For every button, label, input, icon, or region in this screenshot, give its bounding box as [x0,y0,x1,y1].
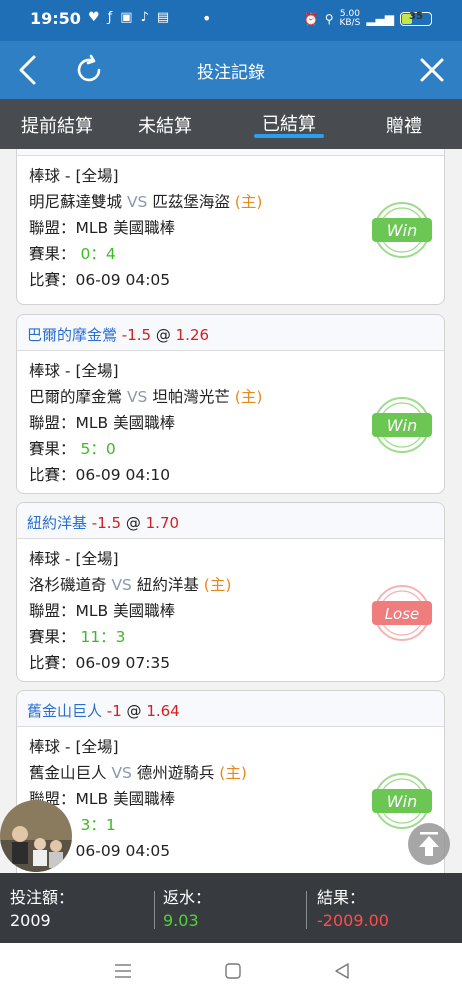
bet-handicap: -1.5 [91,514,122,532]
back-triangle-icon[interactable] [334,962,350,980]
bet-handicap: -1.5 [121,326,152,344]
sport-label: 棒球 - [全場] [29,167,119,185]
system-icons: ⏰ ⚲ 5.00 KB/S ▂▄▆ 35 [304,10,432,28]
bet-card-header: 紐約洋基 -1.5 @ 1.70 [17,503,444,539]
bet-card: 棒球 - [全場] 明尼蘇達雙城 VS 匹茲堡海盜 (主) 聯盟：MLB 美國職… [16,149,445,305]
total-rebate: 返水： 9.03 [163,888,212,930]
tab-unsettled[interactable]: 未結算 [138,112,192,138]
status-time: 19:50 [30,9,81,28]
tab-bar: 提前結算 未結算 已結算 贈禮 [0,99,462,149]
bet-card: 紐約洋基 -1.5 @ 1.70 棒球 - [全場] 洛杉磯道奇 VS 紐約洋基… [16,502,445,682]
bet-card: 巴爾的摩金鶯 -1.5 @ 1.26 棒球 - [全場] 巴爾的摩金鶯 VS 坦… [16,314,445,494]
notification-icons: ♥ ƒ ▣ ♪ ▤ [88,10,169,25]
system-nav-bar [0,943,462,1000]
score: 5：0 [80,440,116,458]
status-bar: 19:50 ♥ ƒ ▣ ♪ ▤ • ⏰ ⚲ 5.00 KB/S ▂▄▆ 35 [0,0,462,41]
page-title: 投注記錄 [197,63,265,83]
svg-text:Win: Win [387,416,417,435]
bet-odds: 1.64 [146,702,180,720]
facebook-icon: ƒ [107,10,113,25]
message-icon: ▤ [156,10,170,25]
notification-dot: • [202,9,212,28]
score: 11：3 [80,628,126,646]
bet-pick: 舊金山巨人 [27,702,103,720]
total-stake: 投注額： 2009 [10,888,75,930]
alarm-icon: ⏰ [303,12,319,26]
app-icon: ▣ [120,10,133,25]
home-icon[interactable] [224,962,242,980]
arrow-up-icon [419,832,439,856]
tiktok-icon: ♪ [140,10,149,25]
title-bar: 投注記錄 [0,41,462,99]
bet-card-header [17,149,444,156]
tab-gifts[interactable]: 贈禮 [386,112,422,138]
active-tab-indicator [254,134,324,138]
close-icon [420,58,444,82]
avatar-photo [0,800,72,872]
back-to-top-button[interactable] [408,823,450,865]
signal-icon: ▂▄▆ [366,12,394,26]
bet-pick: 紐約洋基 [27,514,88,532]
heart-icon: ♥ [88,10,100,25]
tab-early-settlement[interactable]: 提前結算 [21,112,93,138]
network-speed: 5.00 KB/S [339,9,361,28]
bet-odds: 1.26 [175,326,210,344]
lose-stamp-icon: Lose [372,585,432,641]
match-time-row: 比賽：06-09 04:10 [29,466,171,484]
bet-odds: 1.70 [145,514,180,532]
svg-text:Win: Win [387,792,417,811]
divider [154,891,155,929]
close-button[interactable] [418,55,446,85]
menu-icon[interactable] [114,963,132,979]
battery-icon: 35 [400,11,432,26]
sport-label: 棒球 - [全場] [29,362,119,380]
win-stamp-icon: Win [372,202,432,258]
sport-label: 棒球 - [全場] [29,550,119,568]
match-time-row: 比賽：06-09 07:35 [29,654,171,672]
win-stamp-icon: Win [372,773,432,829]
score: 3：1 [80,816,116,834]
sport-label: 棒球 - [全場] [29,738,119,756]
match-time-row: 比賽：06-09 04:05 [29,842,171,860]
win-stamp-icon: Win [372,397,432,453]
bet-card-header: 巴爾的摩金鶯 -1.5 @ 1.26 [17,315,444,351]
totals-bar: 投注額： 2009 返水： 9.03 結果： -2009.00 [0,873,462,943]
bet-card-header: 舊金山巨人 -1 @ 1.64 [17,691,444,727]
svg-text:Win: Win [387,221,417,240]
match-time-row: 比賽：06-09 04:05 [29,271,171,289]
tab-settled[interactable]: 已結算 [262,110,316,136]
score: 0：4 [80,245,116,263]
bet-pick: 巴爾的摩金鶯 [27,326,118,344]
floating-avatar[interactable] [0,800,72,872]
location-icon: ⚲ [324,12,334,26]
total-result: 結果： -2009.00 [317,888,389,930]
bet-record-list[interactable]: 棒球 - [全場] 明尼蘇達雙城 VS 匹茲堡海盜 (主) 聯盟：MLB 美國職… [0,149,462,873]
bet-card: 舊金山巨人 -1 @ 1.64 棒球 - [全場] 舊金山巨人 VS 德州遊騎兵… [16,690,445,873]
divider [306,891,307,929]
svg-text:Lose: Lose [385,605,420,623]
bet-handicap: -1 [106,702,122,720]
battery-level: 35 [409,11,423,22]
